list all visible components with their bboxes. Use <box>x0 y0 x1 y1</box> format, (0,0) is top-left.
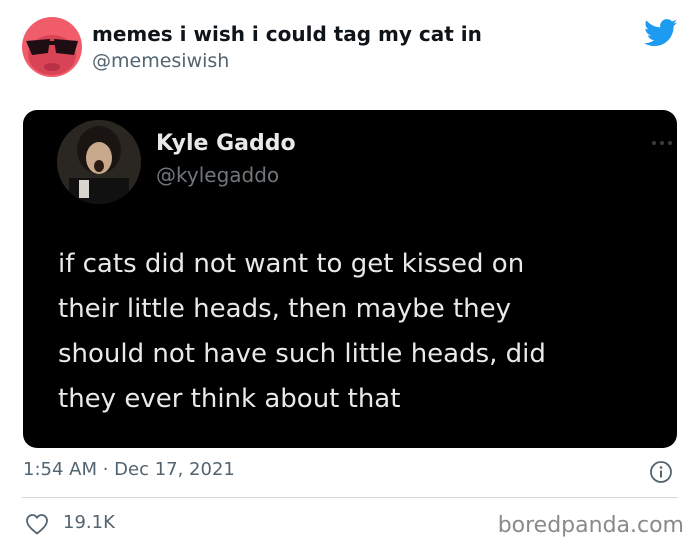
twitter-bird-icon[interactable] <box>644 19 678 47</box>
like-count[interactable]: 19.1K <box>63 512 115 533</box>
tweet-text-line: their little heads, then maybe they <box>58 294 512 324</box>
embedded-tweet-text: if cats did not want to get kissed on th… <box>58 242 658 422</box>
author-avatar[interactable] <box>22 17 82 77</box>
more-options-icon[interactable] <box>651 132 673 145</box>
author-display-name[interactable]: memes i wish i could tag my cat in <box>92 22 482 46</box>
embedded-display-name[interactable]: Kyle Gaddo <box>156 131 296 156</box>
tweet-text-line: they ever think about that <box>58 384 401 414</box>
tweet-text-line: if cats did not want to get kissed on <box>58 249 525 279</box>
author-handle[interactable]: @memesiwish <box>92 50 229 72</box>
embedded-author-avatar[interactable] <box>57 120 141 204</box>
embedded-tweet[interactable]: Kyle Gaddo @kylegaddo if cats did not wa… <box>23 110 677 448</box>
tweet-timestamp[interactable]: 1:54 AM · Dec 17, 2021 <box>23 459 235 480</box>
heart-icon[interactable] <box>25 513 49 535</box>
tweet-card: memes i wish i could tag my cat in @meme… <box>0 0 700 551</box>
divider <box>22 497 678 498</box>
watermark: boredpanda.com <box>497 513 684 538</box>
info-icon[interactable] <box>649 460 673 484</box>
tweet-text-line: should not have such little heads, did <box>58 339 546 369</box>
embedded-handle[interactable]: @kylegaddo <box>156 163 279 187</box>
